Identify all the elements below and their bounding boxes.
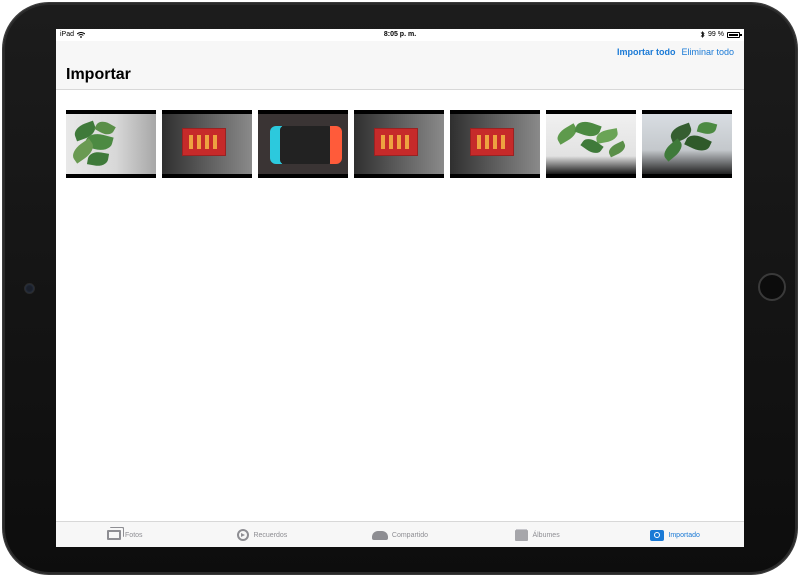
photo-thumbnail-plant[interactable] (546, 110, 636, 178)
screen: iPad 8:05 p. m. 99 % Importar todo Elimi… (56, 29, 744, 547)
tab-label: Recuerdos (253, 531, 288, 539)
home-button[interactable] (758, 273, 786, 301)
thumbnail-grid (66, 110, 732, 178)
photo-thumbnail-plant[interactable] (642, 110, 732, 178)
red-box-shape (374, 128, 418, 156)
tab-compartido[interactable]: Compartido (331, 530, 469, 540)
thumbnail-image (66, 114, 156, 174)
status-right: 99 % (700, 31, 742, 38)
battery-fill (729, 33, 738, 36)
thumbnail-image (162, 114, 252, 174)
tab-recuerdos[interactable]: Recuerdos (194, 529, 332, 541)
photo-thumbnail-plant[interactable] (66, 110, 156, 178)
tab-label: Fotos (125, 531, 143, 539)
battery-icon (727, 31, 742, 38)
photo-thumbnail-box[interactable] (162, 110, 252, 178)
cloud-icon (371, 530, 388, 540)
tab-bar: Fotos Recuerdos Compartido Álbumes Impor… (56, 521, 744, 547)
bluetooth-icon (700, 31, 705, 38)
camera-import-icon (650, 529, 665, 541)
page-title: Importar (66, 66, 131, 83)
ipad-device: iPad 8:05 p. m. 99 % Importar todo Elimi… (0, 0, 800, 577)
nav-actions: Importar todo Eliminar todo (617, 47, 734, 57)
delete-all-button[interactable]: Eliminar todo (681, 47, 734, 57)
thumbnail-image (354, 114, 444, 174)
photo-thumbnail-box[interactable] (450, 110, 540, 178)
front-camera-icon (25, 284, 34, 293)
battery-percentage: 99 % (708, 31, 724, 38)
switch-console-shape (280, 126, 332, 164)
photo-thumbnail-switch[interactable] (258, 110, 348, 178)
thumbnail-image (642, 114, 732, 174)
status-bar: iPad 8:05 p. m. 99 % (56, 29, 744, 41)
tab-fotos[interactable]: Fotos (56, 530, 194, 540)
thumbnail-image (258, 114, 348, 174)
tab-importado[interactable]: Importado (606, 529, 744, 541)
thumbnail-image (450, 114, 540, 174)
tab-label: Importado (668, 531, 700, 539)
import-all-button[interactable]: Importar todo (617, 47, 676, 57)
photos-icon (107, 530, 122, 540)
tab-label: Compartido (391, 531, 429, 539)
navigation-bar: Importar todo Eliminar todo Importar (56, 41, 744, 90)
tab-label: Álbumes (532, 531, 560, 539)
photo-thumbnail-box[interactable] (354, 110, 444, 178)
status-time: 8:05 p. m. (383, 31, 417, 38)
joycon-right-shape (330, 126, 342, 164)
tab-albumes[interactable]: Álbumes (469, 529, 607, 541)
red-box-shape (470, 128, 514, 156)
albums-icon (515, 529, 529, 541)
memories-icon (237, 529, 250, 541)
battery-tip (740, 33, 742, 36)
red-box-shape (182, 128, 226, 156)
thumbnail-image (546, 114, 636, 174)
